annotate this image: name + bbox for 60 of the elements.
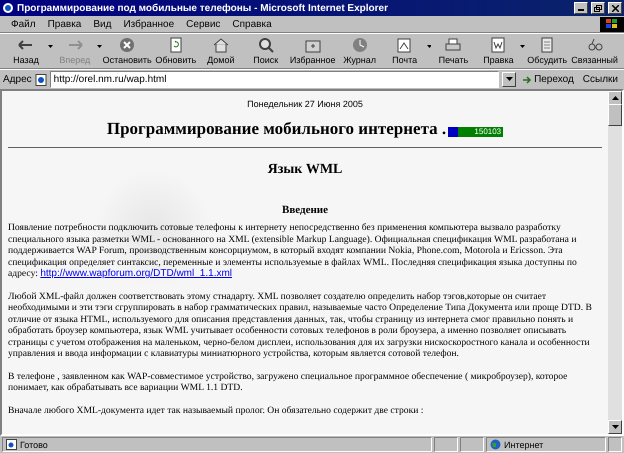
menu-item[interactable]: Вид (88, 18, 116, 30)
toolbar-button[interactable]: Печать (431, 35, 476, 67)
document-icon (489, 37, 508, 53)
menu-item[interactable]: Избранное (118, 18, 180, 30)
restore-button[interactable] (591, 2, 605, 14)
status-text: Готово (2, 437, 432, 452)
toolbar-button[interactable]: Журнал (338, 35, 382, 67)
glasses-icon (586, 37, 604, 53)
restore-icon (594, 4, 602, 12)
toolbar-button[interactable]: Почта (382, 35, 427, 67)
down-arrow-icon (612, 425, 618, 429)
scrollbar[interactable] (608, 91, 622, 434)
toolbar-button[interactable]: Обсудить (525, 35, 570, 67)
history-icon (350, 37, 369, 53)
hit-counter: 150103 (448, 127, 504, 137)
dropdown-caret-icon[interactable] (520, 44, 526, 48)
toolbar-button[interactable]: Связанный (570, 35, 619, 67)
globe-icon (490, 439, 501, 450)
down-arrow-icon (506, 77, 513, 81)
menu-item[interactable]: Сервис (181, 18, 226, 30)
close-button[interactable] (608, 2, 622, 14)
link[interactable]: http://www.wapforum.org/DTD/wml_1.1.xml (40, 268, 232, 279)
toolbar-button[interactable]: Остановить (102, 35, 153, 67)
close-icon (612, 4, 618, 12)
paragraph: Вначале любого XML-документа идет так называемый пролог. Он обязательно содержит две строки : (8, 404, 424, 416)
toolbar-button[interactable]: Поиск (244, 35, 288, 67)
menu-item[interactable]: Справка (227, 18, 277, 30)
menu-item[interactable]: Файл (6, 18, 41, 30)
links-button[interactable]: Ссылки (580, 74, 621, 85)
page-icon (34, 74, 47, 86)
dropdown-button[interactable] (502, 72, 516, 87)
zone-indicator: Интернет (486, 437, 606, 452)
go-button[interactable]: Переход (519, 74, 577, 85)
address-field[interactable]: http://orel.nm.ru/wap.html (50, 71, 500, 88)
menu-item[interactable]: Правка (42, 18, 86, 30)
go-arrow-icon (522, 74, 532, 84)
heading: Язык WML (266, 162, 344, 178)
paragraph: В телефоне , заявленном как WAP-совместимое устройство, загружено специальное программное обеспечение ( микроброузер), которое понимает, как обрабатывать все вариации WML 1.1 DTD. (8, 370, 568, 394)
paragraph: Любой XML-файл должен соответствовать этому стнадарту. XML позволяет создателю определить набор тэгов,которые он считает необходимыми и эти тэги сгруппировать в набор грамматических правил, называемые часто Определение Типа Документа или проще DTD. В отличие от языка HTML, используемого для описания представления данных, так, чтобы страницу из интернета смог правильно понять и обработать броузер компьютера, язык WML учитывает особенности сотовых телефонов в роли броузера, а именно позволяет описывать страницы с учетом отображения на маленьком, черно-белом дисплеи, использования для их загрузки нискоскоростного канала и особенности управления и ввода информации с клавиатуры миниатюрного устройства, которым является сотовой телефон. (8, 290, 593, 360)
dropdown-caret-icon[interactable] (48, 44, 53, 48)
stop-icon (118, 37, 136, 53)
toolbar-button[interactable]: Избранное (288, 35, 337, 67)
dropdown-caret-icon[interactable] (426, 44, 432, 48)
house-icon (212, 37, 230, 53)
toolbar-button[interactable]: Правка (476, 35, 520, 67)
paragraph: Появление потребности подключить сотовые телефоны к интернету непосредственно без применения компьютера вызвало разработку специального языка разметки WML - основанного на XML (extensible Markup Language). Официальная спецификация WML разработана и поддерживается WAP Forum, производственным консорциумом, в который входят компании Nokia, Phone.com, Motorola и Ericsson. Эта спецификация определяет синтаксис, переменные и элементы используемые в файлах WML. Последняя спецификация языка доступны по адресу: http://www.wapforum.org/DTD/wml_1.1.xml (8, 222, 578, 280)
printer-icon (444, 37, 462, 53)
up-arrow-icon (612, 96, 618, 100)
page-icon (6, 439, 17, 450)
search-icon (256, 37, 275, 53)
page-title: Программирование мобильного интернета . (106, 119, 446, 139)
address-label: Адрес (3, 74, 32, 85)
toolbar-button[interactable]: Назад (4, 35, 48, 67)
scrollbar-thumb[interactable] (608, 104, 622, 126)
date-text: Понедельник 27 Июня 2005 (246, 99, 364, 109)
window-title: Программирование под мобильные телефоны - Microsoft Internet Explorer (17, 2, 389, 14)
toolbar-button[interactable]: Домой (198, 35, 243, 67)
toolbar-button[interactable]: Обновить (154, 35, 198, 67)
section-heading: Введение (280, 204, 330, 216)
minimize-button[interactable] (574, 2, 588, 14)
